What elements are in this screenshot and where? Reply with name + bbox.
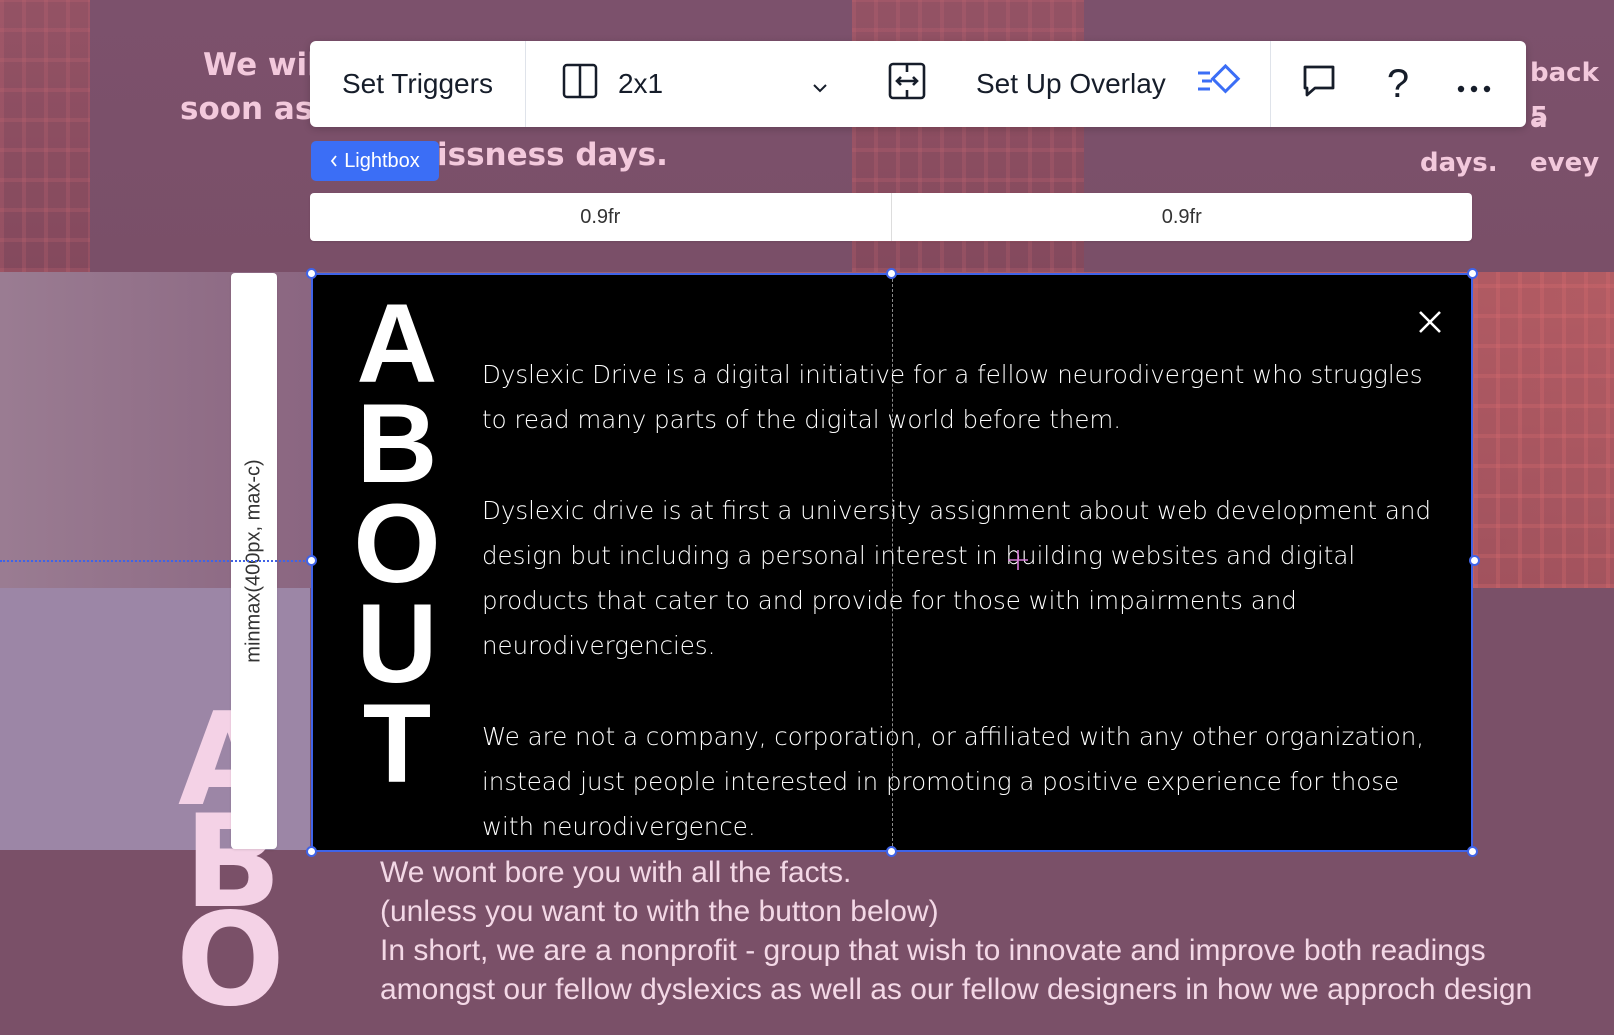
about-title-letter: A	[356, 281, 438, 406]
bg-text-line: soon as	[180, 91, 314, 127]
stretch-icon	[888, 62, 926, 107]
resize-handle-top[interactable]	[886, 268, 897, 279]
column-size-cell[interactable]: 0.9fr	[310, 193, 891, 241]
help-button[interactable]: ?	[1363, 41, 1433, 127]
window-image	[1474, 272, 1614, 588]
resize-handle-left[interactable]	[306, 555, 317, 566]
horizontal-guide	[0, 560, 312, 562]
animation-diamond-icon	[1196, 63, 1248, 106]
resize-handle-bottom-left[interactable]	[306, 846, 317, 857]
editor-toolbar: Set Triggers 2x1 Set Up Overlay ?	[310, 41, 1526, 127]
animation-button[interactable]	[1176, 41, 1270, 127]
about-paragraph: Dyslexic Drive is a digital initiative f…	[482, 360, 1423, 434]
stretch-button[interactable]	[864, 41, 950, 127]
set-up-overlay-button[interactable]: Set Up Overlay	[950, 41, 1176, 127]
bg-text-line: days.	[1420, 148, 1498, 178]
window-image	[0, 0, 90, 272]
resize-handle-top-left[interactable]	[306, 268, 317, 279]
help-icon: ?	[1386, 61, 1410, 106]
resize-handle-bottom[interactable]	[886, 846, 897, 857]
about-title-letter: O	[353, 481, 441, 606]
bg-text-line: issness days.	[437, 137, 668, 173]
set-triggers-button[interactable]: Set Triggers	[310, 41, 525, 127]
layout-current: 2x1	[562, 63, 663, 106]
column-size-ruler: 0.9fr 0.9fr	[310, 193, 1472, 241]
set-triggers-label: Set Triggers	[342, 68, 493, 99]
chevron-left-icon	[330, 150, 338, 173]
bg-paragraph-line: (unless you want to with the button belo…	[380, 895, 939, 928]
comment-button[interactable]	[1271, 41, 1363, 127]
about-body-text: Dyslexic Drive is a digital initiative f…	[482, 352, 1442, 895]
set-up-overlay-label: Set Up Overlay	[975, 68, 1166, 99]
columns-icon	[562, 63, 598, 106]
more-icon	[1457, 68, 1491, 100]
comment-icon	[1301, 63, 1337, 106]
about-title-letter: T	[362, 681, 432, 806]
chevron-down-icon	[812, 68, 828, 100]
about-vertical-title: A B O U T	[352, 281, 442, 806]
bg-paragraph-line: In short, we are a nonprofit - group tha…	[380, 934, 1486, 967]
more-button[interactable]	[1433, 41, 1515, 127]
bg-big-letter: O	[176, 886, 285, 1035]
about-paragraph: Dyslexic drive is at first a university …	[482, 496, 1432, 660]
close-icon[interactable]	[1412, 304, 1448, 340]
about-title-letter: B	[356, 381, 438, 506]
bg-text-line: 5 evey	[1530, 102, 1600, 178]
resize-handle-bottom-right[interactable]	[1467, 846, 1478, 857]
about-title-letter: U	[356, 581, 438, 706]
about-paragraph: We are not a company, corporation, or af…	[482, 722, 1425, 841]
layout-dropdown[interactable]: 2x1	[526, 41, 864, 127]
resize-handle-top-right[interactable]	[1467, 268, 1478, 279]
layout-value: 2x1	[617, 68, 664, 99]
lightbox-label: Lightbox	[344, 149, 420, 172]
crosshair-cursor-icon	[1007, 549, 1029, 571]
lightbox-breadcrumb-button[interactable]: Lightbox	[311, 141, 439, 181]
resize-handle-right[interactable]	[1469, 555, 1480, 566]
column-size-cell[interactable]: 0.9fr	[890, 193, 1473, 241]
